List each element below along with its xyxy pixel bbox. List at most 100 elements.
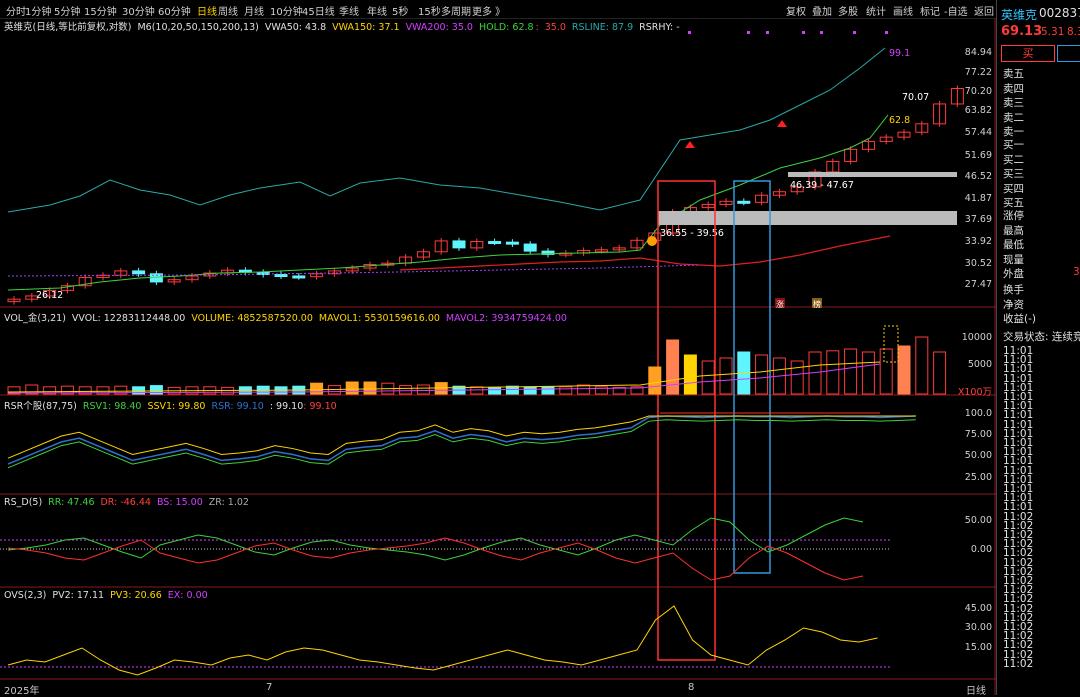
volume-bar (523, 386, 537, 395)
volume-bar (897, 345, 911, 395)
price-tick: 30.52 (964, 258, 992, 269)
price-tick: 84.94 (964, 47, 992, 58)
price-tick: 70.20 (964, 86, 992, 97)
ask-level: 卖二 (1003, 111, 1024, 124)
m6-label: M6(10,20,50,150,200,13) (137, 22, 259, 33)
marker-dot (885, 31, 888, 34)
trade-status: 交易状态: 连续竞 (1003, 331, 1080, 343)
pv3-label: PV3: 20.66 (110, 590, 162, 601)
bid-level: 买二 (1003, 153, 1024, 166)
hold-last-label: 62.8 (889, 115, 910, 126)
stat-label: 净资 (1003, 298, 1024, 311)
volume-bar (416, 384, 430, 395)
candle (523, 243, 537, 252)
rsr-v4: : 99.10 (269, 401, 304, 412)
last-price: 69.13 (1001, 24, 1043, 39)
mavol2-label: MAVOL2: 3934759424.00 (445, 313, 567, 324)
rsline-last-label: 99.1 (889, 48, 910, 59)
rr-label: RR: 47.46 (48, 497, 95, 508)
mavol1-label: MAVOL1: 5530159616.00 (318, 313, 440, 324)
volume-bar (719, 357, 733, 395)
volume-bar (826, 350, 840, 395)
stat-label: 最高 (1003, 224, 1024, 237)
rsv1-label: RSV1: 98.40 (82, 401, 142, 412)
price-tick: 57.44 (964, 127, 992, 138)
sub-tick: 100.0 (964, 408, 992, 419)
candle (132, 270, 146, 275)
vol-projection (883, 325, 899, 363)
candle (292, 275, 306, 279)
stat-label: 收益(-) (1003, 313, 1036, 326)
volume-bar (648, 366, 662, 395)
support-zone-lower (658, 211, 957, 225)
marker-dot (820, 31, 823, 34)
price-tick: 33.92 (964, 236, 992, 247)
rsr-v5: : 99.10 (303, 401, 337, 412)
quote-panel: 英维克 002837 69.13 5.31 8.3 买 卖五卖四卖三卖二卖一买一… (996, 0, 1080, 695)
x-axis-month-8: 8 (688, 682, 695, 693)
marker-dot (766, 31, 769, 34)
outer-value: 3 (1073, 266, 1080, 278)
sub-tick: 25.00 (964, 472, 992, 483)
zr-label: ZR: 1.02 (208, 497, 249, 508)
candle (737, 200, 751, 204)
rsline-line (7, 47, 886, 213)
price-tick: 77.22 (964, 67, 992, 78)
volume-bar (399, 385, 413, 395)
volume-bar (594, 386, 608, 395)
main-title: 英维克(日线,等比前复权,对数) (4, 22, 132, 33)
vwa50-label: VWA50: 43.8 (264, 22, 327, 33)
sub-tick: 75.00 (964, 429, 992, 440)
sub-tick: 15.00 (964, 642, 992, 653)
candle (488, 241, 502, 245)
price-tick: 37.69 (964, 214, 992, 225)
rsv1-line (7, 419, 916, 469)
volume-bar (363, 381, 377, 395)
price-change: 5.31 (1041, 26, 1065, 38)
vwa200-label: VWA200: 35.0 (405, 22, 473, 33)
hold-label: HOLD: 62.8 (478, 22, 534, 33)
signal-triangle (685, 141, 695, 148)
sell-button[interactable] (1057, 45, 1080, 62)
ovs-header: OVS(2,3) PV2: 17.11 PV3: 20.66 EX: 0.00 (4, 590, 214, 601)
bid-level: 买四 (1003, 182, 1024, 195)
price-tick: 51.69 (964, 150, 992, 161)
vol-header: VOL_金(3,21) VVOL: 12283112448.00 VOLUME: 4… (4, 310, 573, 324)
tick-time: 11:02 (1003, 657, 1034, 670)
rsd-name: RS_D(5) (4, 497, 43, 508)
price-tick: 27.47 (964, 279, 992, 290)
sub-tick: 0.00 (970, 544, 992, 555)
marker-dot (747, 31, 750, 34)
volume-bar (559, 386, 573, 395)
bid-level: 买三 (1003, 168, 1024, 181)
price-tick: 41.87 (964, 193, 992, 204)
stat-label: 最低 (1003, 239, 1024, 252)
stat-label: 换手 (1003, 284, 1024, 296)
rsline-label: RSLINE: 87.9 (571, 22, 634, 33)
signal-triangle (777, 120, 787, 127)
volume-bar (345, 381, 359, 395)
rsr-name: RSR个股(87,75) (4, 401, 77, 412)
price-tick: 46.52 (964, 171, 992, 182)
volume-bar (879, 348, 893, 395)
volume-bar (915, 336, 929, 395)
vol-name: VOL_金(3,21) (4, 313, 66, 324)
stat-label: 外盘 (1003, 268, 1024, 281)
ssv1-label: SSV1: 99.80 (147, 401, 206, 412)
volume-bar (310, 382, 324, 395)
volume-bar (541, 386, 555, 395)
ask-level: 卖四 (1003, 82, 1024, 95)
candle (274, 274, 288, 278)
price-change-pct: 8.3 (1067, 26, 1080, 38)
pv3-line (7, 605, 878, 676)
volume-bar (488, 386, 502, 395)
bid-level: 买一 (1003, 139, 1024, 151)
rsrhy-label: RSRHY: - (639, 22, 680, 33)
volume-bar (790, 360, 804, 395)
rsr-header: RSR个股(87,75) RSV1: 98.40 SSV1: 99.80 RSR: 9… (4, 398, 343, 412)
buy-button[interactable]: 买 (1001, 45, 1055, 62)
low-price-label: 26.12 (36, 290, 63, 301)
price-tick: 63.82 (964, 105, 992, 116)
volume-bar (844, 348, 858, 395)
volume-label: VOLUME: 4852587520.00 (191, 313, 313, 324)
